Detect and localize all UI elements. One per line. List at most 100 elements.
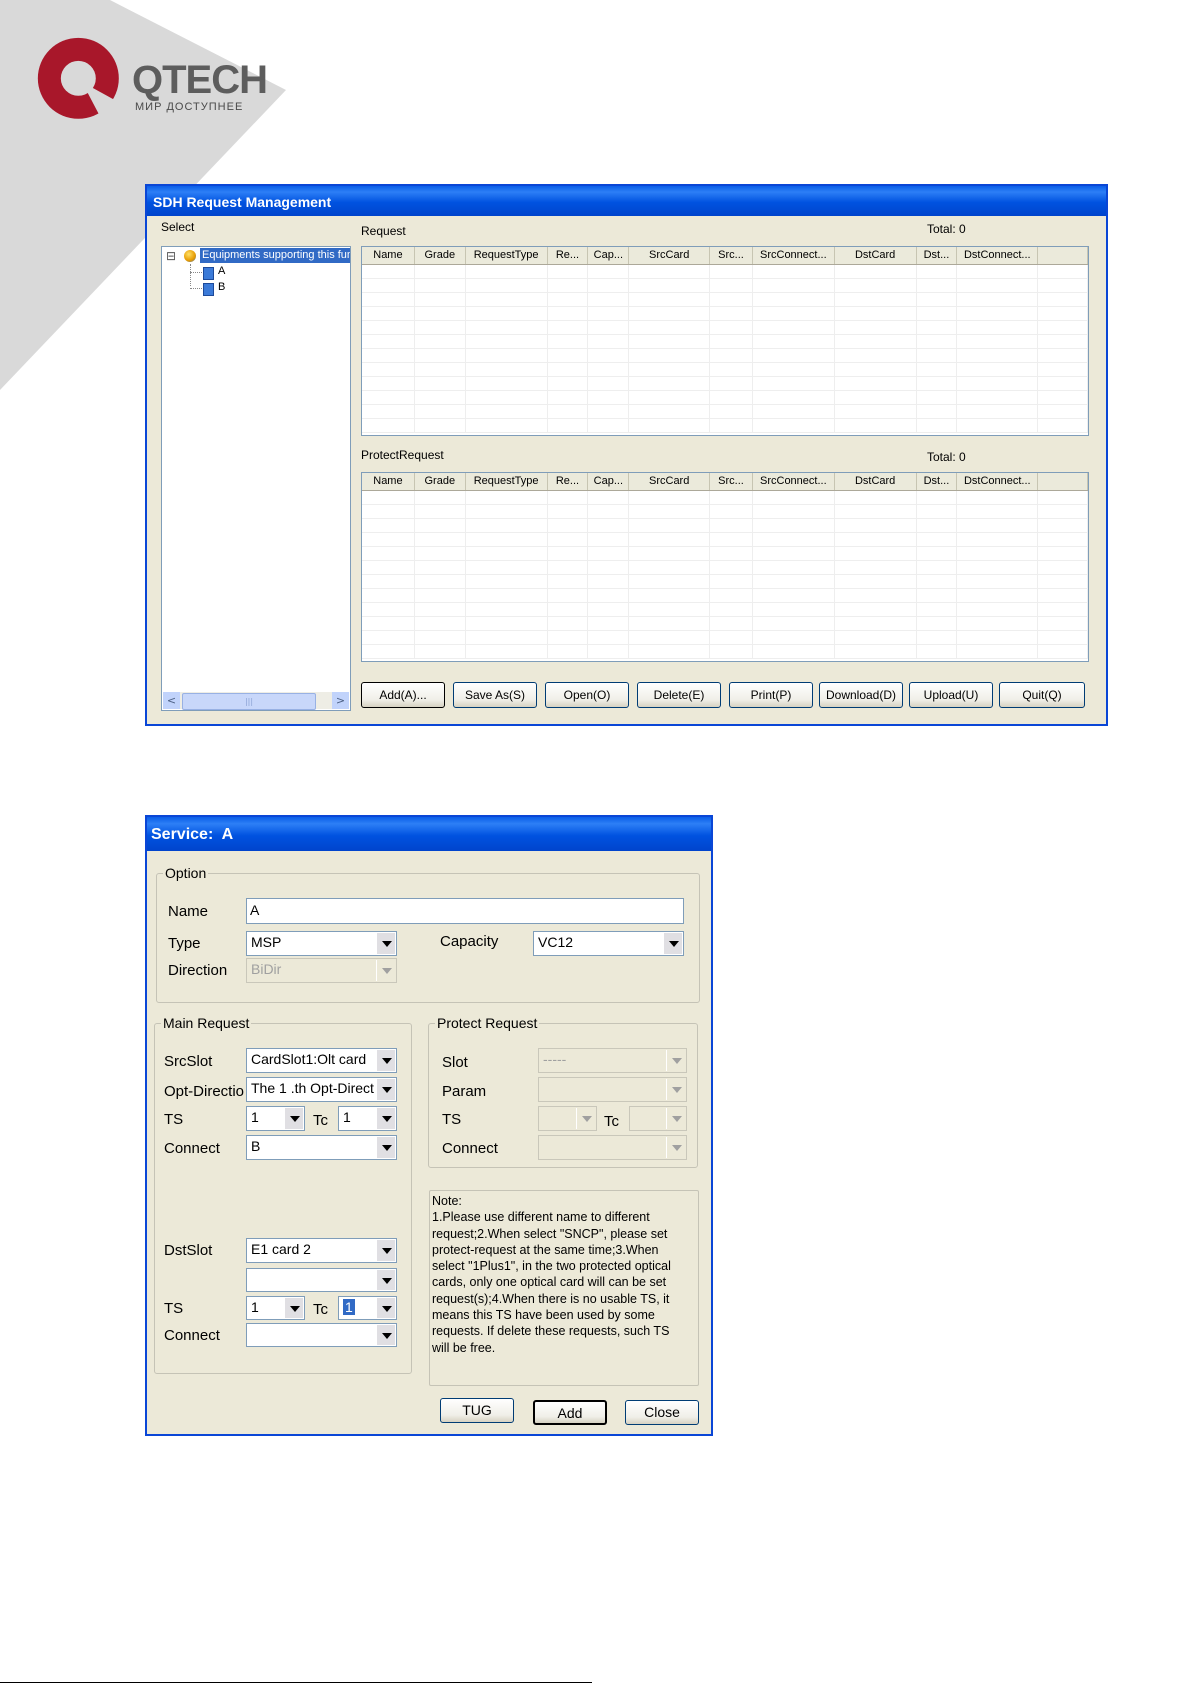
column-header[interactable]: RequestType <box>466 473 548 490</box>
table-cell <box>710 419 753 432</box>
dialog-titlebar[interactable]: Service: A <box>147 817 711 851</box>
table-row[interactable] <box>362 391 1088 405</box>
table-cell <box>753 631 835 644</box>
open-button[interactable]: Open(O) <box>545 682 629 708</box>
column-header[interactable]: Name <box>362 473 415 490</box>
chevron-down-icon[interactable] <box>376 1325 395 1345</box>
chevron-down-icon[interactable] <box>376 1108 395 1129</box>
table-row[interactable] <box>362 645 1088 659</box>
chevron-down-icon[interactable] <box>376 933 395 954</box>
table-row[interactable] <box>362 307 1088 321</box>
dst-tc-select[interactable]: 1 <box>338 1296 397 1320</box>
chevron-down-icon[interactable] <box>284 1298 303 1318</box>
table-row[interactable] <box>362 547 1088 561</box>
dst-ts-select[interactable]: 1 <box>246 1296 305 1320</box>
name-input[interactable]: A <box>246 898 684 924</box>
chevron-down-icon[interactable] <box>376 1137 395 1158</box>
add-button[interactable]: Add(A)... <box>361 682 445 708</box>
dstslot-select[interactable]: E1 card 2 <box>246 1238 397 1263</box>
opt-direction-select[interactable]: The 1 .th Opt-Directio <box>246 1077 397 1102</box>
table-row[interactable] <box>362 265 1088 279</box>
column-header[interactable]: Cap... <box>588 473 630 490</box>
column-header[interactable] <box>1038 247 1088 264</box>
type-select[interactable]: MSP <box>246 931 397 956</box>
table-row[interactable] <box>362 377 1088 391</box>
table-row[interactable] <box>362 631 1088 645</box>
table-row[interactable] <box>362 589 1088 603</box>
tree-horizontal-scrollbar[interactable]: < ||| > <box>163 692 349 710</box>
request-table[interactable]: Name Grade RequestType Re... Cap... SrcC… <box>361 246 1089 436</box>
column-header[interactable]: RequestType <box>466 247 548 264</box>
column-header[interactable]: Re... <box>548 247 589 264</box>
table-row[interactable] <box>362 321 1088 335</box>
tree-expand-toggle[interactable]: ⊟ <box>166 249 176 263</box>
column-header[interactable]: Grade <box>415 247 466 264</box>
chevron-down-icon[interactable] <box>376 1240 395 1261</box>
table-row[interactable] <box>362 603 1088 617</box>
table-cell <box>835 265 917 278</box>
table-row[interactable] <box>362 505 1088 519</box>
chevron-down-icon <box>376 960 395 981</box>
print-button[interactable]: Print(P) <box>729 682 813 708</box>
column-header[interactable]: Re... <box>548 473 589 490</box>
table-row[interactable] <box>362 363 1088 377</box>
table-row[interactable] <box>362 491 1088 505</box>
table-row[interactable] <box>362 279 1088 293</box>
scroll-thumb[interactable]: ||| <box>182 693 316 710</box>
table-cell <box>957 279 1039 292</box>
tc-select[interactable]: 1 <box>338 1106 397 1131</box>
table-row[interactable] <box>362 419 1088 433</box>
table-row[interactable] <box>362 519 1088 533</box>
table-cell <box>415 575 466 588</box>
chevron-down-icon[interactable] <box>376 1079 395 1100</box>
chevron-down-icon[interactable] <box>376 1270 395 1290</box>
scroll-right-button[interactable]: > <box>332 692 349 709</box>
scroll-left-button[interactable]: < <box>163 692 180 709</box>
column-header[interactable]: Cap... <box>588 247 630 264</box>
column-header[interactable]: DstConnect... <box>957 247 1039 264</box>
column-header[interactable]: DstCard <box>835 473 917 490</box>
capacity-select[interactable]: VC12 <box>533 931 684 956</box>
delete-button[interactable]: Delete(E) <box>637 682 721 708</box>
connect-select[interactable]: B <box>246 1135 397 1160</box>
table-row[interactable] <box>362 405 1088 419</box>
protect-request-table[interactable]: Name Grade RequestType Re... Cap... SrcC… <box>361 472 1089 662</box>
chevron-down-icon[interactable] <box>663 933 682 954</box>
column-header[interactable]: SrcCard <box>629 473 711 490</box>
table-row[interactable] <box>362 533 1088 547</box>
column-header[interactable]: Grade <box>415 473 466 490</box>
column-header[interactable]: Src... <box>710 247 753 264</box>
column-header[interactable]: Name <box>362 247 415 264</box>
chevron-down-icon[interactable] <box>376 1298 395 1318</box>
close-button[interactable]: Close <box>625 1400 699 1425</box>
ts-select[interactable]: 1 <box>246 1106 305 1131</box>
table-row[interactable] <box>362 561 1088 575</box>
dst-param-select[interactable] <box>246 1268 397 1292</box>
table-row[interactable] <box>362 293 1088 307</box>
column-header[interactable]: Src... <box>710 473 753 490</box>
window-titlebar[interactable]: SDH Request Management <box>147 186 1106 216</box>
chevron-down-icon[interactable] <box>376 1050 395 1071</box>
column-header[interactable]: SrcConnect... <box>753 473 835 490</box>
quit-button[interactable]: Quit(Q) <box>999 682 1085 708</box>
column-header[interactable]: DstConnect... <box>957 473 1039 490</box>
table-row[interactable] <box>362 349 1088 363</box>
add-service-button[interactable]: Add <box>533 1400 607 1425</box>
table-row[interactable] <box>362 617 1088 631</box>
column-header[interactable]: Dst... <box>917 247 958 264</box>
column-header[interactable]: DstCard <box>835 247 917 264</box>
srcslot-select[interactable]: CardSlot1:Olt card <box>246 1048 397 1073</box>
column-header[interactable] <box>1038 473 1088 490</box>
column-header[interactable]: SrcConnect... <box>753 247 835 264</box>
chevron-down-icon[interactable] <box>284 1108 303 1129</box>
download-button[interactable]: Download(D) <box>819 682 903 708</box>
upload-button[interactable]: Upload(U) <box>909 682 993 708</box>
dst-connect-select[interactable] <box>246 1323 397 1347</box>
table-row[interactable] <box>362 335 1088 349</box>
tree-root-equipments[interactable]: Equipments supporting this fun <box>200 248 350 263</box>
save-as-button[interactable]: Save As(S) <box>453 682 537 708</box>
table-row[interactable] <box>362 575 1088 589</box>
column-header[interactable]: Dst... <box>917 473 958 490</box>
column-header[interactable]: SrcCard <box>629 247 711 264</box>
tug-button[interactable]: TUG <box>440 1398 514 1423</box>
